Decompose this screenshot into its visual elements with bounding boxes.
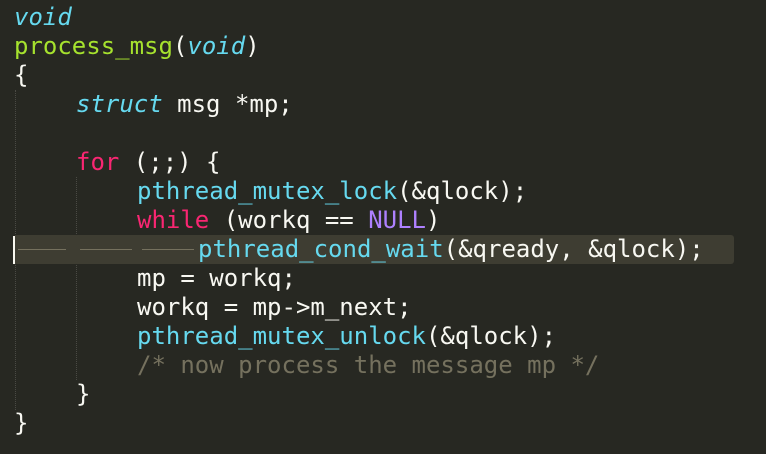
param-type: void (187, 32, 246, 60)
declaration-text: msg *mp; (162, 90, 293, 118)
code-line-9[interactable]: pthread_cond_wait(&qready, &qlock); (198, 235, 704, 264)
call-args: (&qready, &qlock); (443, 235, 704, 263)
text-cursor (13, 236, 15, 264)
brace-close: } (76, 380, 91, 408)
function-name: process_msg (14, 32, 173, 60)
code-line-10[interactable]: mp = workq; (137, 264, 296, 293)
code-line-14[interactable]: } (76, 380, 90, 409)
whitespace-marker (18, 249, 66, 250)
code-line-13[interactable]: /* now process the message mp */ (137, 351, 599, 380)
code-line-3[interactable]: { (14, 61, 28, 90)
statement: workq = mp->m_next; (137, 293, 412, 321)
paren-close: ) (245, 32, 260, 60)
code-line-6[interactable]: for (;;) { (76, 148, 221, 177)
while-close: ) (426, 206, 441, 234)
call-args: (&qlock); (425, 322, 557, 350)
code-line-15[interactable]: } (14, 409, 28, 438)
function-call: pthread_cond_wait (198, 235, 444, 263)
code-line-4[interactable]: struct msg *mp; (76, 90, 293, 119)
code-editor[interactable]: void process_msg(void) { struct msg *mp;… (0, 0, 766, 454)
brace-close: } (14, 409, 29, 437)
code-line-1[interactable]: void (14, 3, 72, 32)
return-type: void (14, 3, 72, 31)
statement: mp = workq; (137, 264, 296, 292)
code-line-7[interactable]: pthread_mutex_lock(&qlock); (137, 177, 527, 206)
for-rest: (;;) { (119, 148, 221, 176)
while-condition: (workq == (209, 206, 369, 234)
null-constant: NULL (368, 206, 426, 234)
struct-keyword: struct (76, 90, 163, 118)
for-keyword: for (76, 148, 120, 176)
brace-open: { (14, 61, 29, 89)
code-comment: /* now process the message mp */ (137, 351, 600, 379)
function-call: pthread_mutex_unlock (137, 322, 426, 350)
paren-open: ( (172, 32, 188, 60)
function-call: pthread_mutex_lock (137, 177, 398, 205)
code-line-8[interactable]: while (workq == NULL) (137, 206, 440, 235)
call-args: (&qlock); (397, 177, 528, 205)
code-line-12[interactable]: pthread_mutex_unlock(&qlock); (137, 322, 556, 351)
while-keyword: while (137, 206, 210, 234)
code-line-11[interactable]: workq = mp->m_next; (137, 293, 412, 322)
code-line-2[interactable]: process_msg(void) (14, 32, 260, 61)
whitespace-marker (142, 249, 194, 250)
indent-guide (76, 177, 77, 380)
whitespace-marker (80, 249, 132, 250)
